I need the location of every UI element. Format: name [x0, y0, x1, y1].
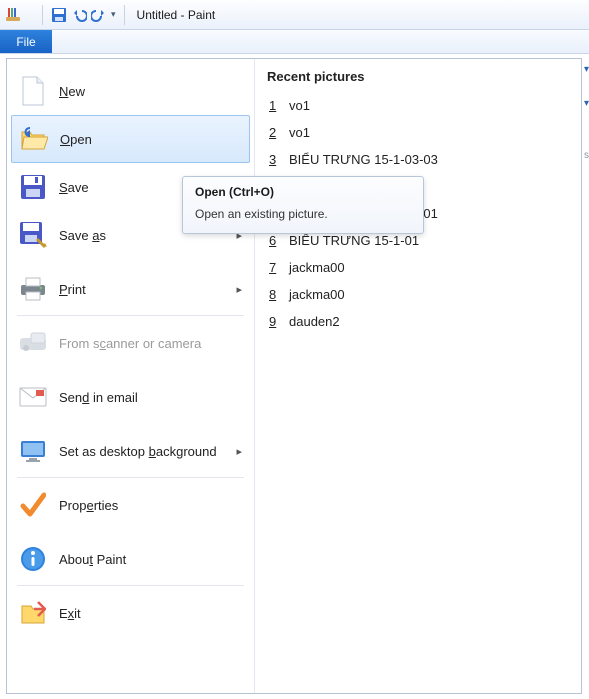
menu-label: Print — [59, 282, 86, 297]
window-title: Untitled - Paint — [137, 8, 216, 22]
menu-item-about[interactable]: About Paint — [7, 535, 254, 583]
menu-label: Send in email — [59, 390, 138, 405]
scanner-icon — [19, 329, 47, 357]
quick-access-toolbar: ▾ — [4, 5, 129, 25]
save-icon — [19, 173, 47, 201]
save-icon[interactable] — [51, 7, 67, 23]
menu-label: About Paint — [59, 552, 126, 567]
menu-label: Set as desktop background — [59, 444, 217, 459]
open-folder-icon — [20, 125, 48, 153]
tooltip-body: Open an existing picture. — [195, 207, 411, 221]
chevron-right-icon: ▸ — [236, 283, 242, 296]
menu-item-print[interactable]: Print ▸ — [7, 265, 254, 313]
printer-icon — [19, 275, 47, 303]
chevron-right-icon: ▸ — [236, 445, 242, 458]
save-as-icon — [19, 221, 47, 249]
recent-header: Recent pictures — [267, 69, 569, 84]
menu-label: Exit — [59, 606, 81, 621]
tooltip-open: Open (Ctrl+O) Open an existing picture. — [182, 176, 424, 234]
titlebar: ▾ Untitled - Paint — [0, 0, 589, 30]
menu-label: Open — [60, 132, 92, 147]
separator — [42, 5, 43, 25]
ribbon-tab-row: File — [0, 30, 589, 54]
menu-item-new[interactable]: New — [7, 67, 254, 115]
recent-item[interactable]: 9dauden2 — [267, 308, 569, 335]
app-icon — [4, 6, 22, 24]
checkmark-icon — [19, 491, 47, 519]
menu-item-open[interactable]: Open — [11, 115, 250, 163]
customize-qat-icon[interactable]: ▾ — [111, 9, 116, 20]
menu-item-scanner: From scanner or camera — [7, 319, 254, 367]
recent-item[interactable]: 3BIỂU TRƯNG 15-1-03-03 — [267, 146, 569, 173]
menu-label: Save — [59, 180, 89, 195]
recent-item[interactable]: 1vo1 — [267, 92, 569, 119]
menu-item-properties[interactable]: Properties — [7, 481, 254, 529]
recent-item[interactable]: 2vo1 — [267, 119, 569, 146]
info-icon — [19, 545, 47, 573]
file-menu-backstage: New Open Save Save as ▸ Prin — [6, 58, 582, 694]
ribbon-edge-fragments: ▾ ▾ s — [583, 58, 589, 694]
recent-item[interactable]: 8jackma00 — [267, 281, 569, 308]
file-menu-left-column: New Open Save Save as ▸ Prin — [7, 59, 255, 693]
tooltip-title: Open (Ctrl+O) — [195, 185, 411, 199]
menu-item-exit[interactable]: Exit — [7, 589, 254, 637]
redo-icon[interactable] — [91, 7, 107, 23]
menu-label: New — [59, 84, 85, 99]
undo-icon[interactable] — [71, 7, 87, 23]
menu-item-email[interactable]: Send in email — [7, 373, 254, 421]
recent-pictures-panel: Recent pictures 1vo1 2vo1 3BIỂU TRƯNG 15… — [255, 59, 581, 693]
recent-item[interactable]: 7jackma00 — [267, 254, 569, 281]
exit-icon — [19, 599, 47, 627]
separator — [124, 5, 125, 25]
menu-label: Properties — [59, 498, 118, 513]
desktop-icon — [19, 437, 47, 465]
file-tab[interactable]: File — [0, 30, 52, 53]
menu-item-wallpaper[interactable]: Set as desktop background ▸ — [7, 427, 254, 475]
new-file-icon — [19, 77, 47, 105]
menu-label: From scanner or camera — [59, 336, 201, 351]
email-icon — [19, 383, 47, 411]
menu-label: Save as — [59, 228, 106, 243]
